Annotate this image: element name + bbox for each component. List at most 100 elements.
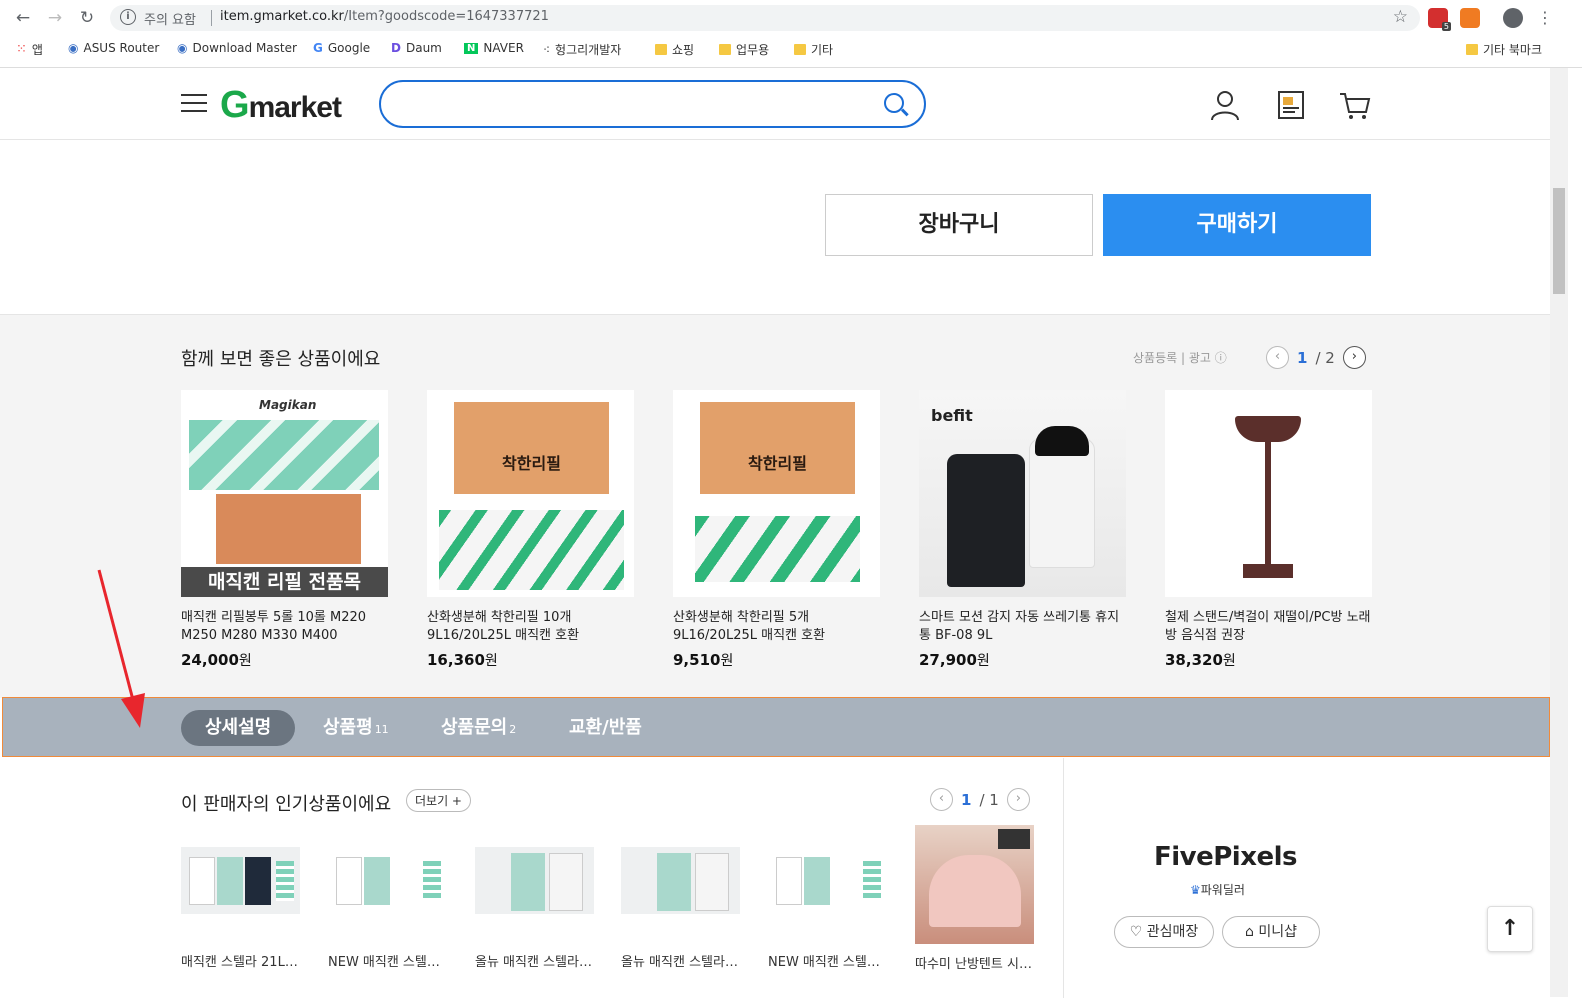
other-bookmarks[interactable]: 기타 북마크 xyxy=(1466,41,1542,58)
bookmark-star-icon[interactable]: ☆ xyxy=(1393,7,1408,27)
url-text[interactable]: item.gmarket.co.kr/Item?goodscode=164733… xyxy=(220,9,549,24)
tab-questions[interactable]: 상품문의 2 xyxy=(441,710,516,746)
scrollbar[interactable] xyxy=(1550,68,1568,997)
seller-product-card[interactable]: 올뉴 매직캔 스텔라 프리베 휴지통 21... xyxy=(621,847,740,988)
bookmark-folder[interactable]: 쇼핑 xyxy=(655,41,694,58)
product-price: 27,900원 xyxy=(919,650,1126,670)
register-link[interactable]: 상품등록 xyxy=(1133,351,1177,365)
product-name[interactable]: 철제 스탠드/벽걸이 재떨이/PC방 노래방 음식점 권장 xyxy=(1165,609,1372,645)
product-name[interactable]: 스마트 모션 감지 자동 쓰레기통 휴지통 BF-08 9L xyxy=(919,609,1126,645)
forward-arrow-icon[interactable]: → xyxy=(44,7,66,29)
back-arrow-icon[interactable]: ← xyxy=(12,7,34,29)
bookmark-item[interactable]: G Google xyxy=(313,41,370,55)
bookmark-item[interactable]: ◉ Download Master xyxy=(177,41,297,55)
info-icon[interactable]: ⓘ xyxy=(1215,351,1227,365)
product-image[interactable] xyxy=(1165,390,1372,597)
price-value: 9,510 xyxy=(673,651,721,669)
seller-product-name[interactable]: 따수미 난방텐트 시그니처 알루미늄폼... xyxy=(915,956,1034,990)
product-name[interactable]: 매직캔 리필봉투 5롤 10롤 M220 M250 M280 M330 M400 xyxy=(181,609,388,645)
tab-reviews[interactable]: 상품평 11 xyxy=(323,710,389,746)
buy-now-button[interactable]: 구매하기 xyxy=(1103,194,1371,256)
next-page-button[interactable]: › xyxy=(1006,788,1030,811)
product-card[interactable]: Magikan 매직캔 리필 전품목 매직캔 리필봉투 5롤 10롤 M220 … xyxy=(181,390,388,670)
bookmark-folder[interactable]: 기타 xyxy=(794,41,833,58)
seller-product-image[interactable] xyxy=(328,847,447,914)
seller-product-name[interactable]: NEW 매직캔 스텔라 냄새차단 휴지통 ... xyxy=(328,954,447,988)
minishop-button[interactable]: ⌂ 미니샵 xyxy=(1222,916,1320,948)
seller-product-card[interactable]: NEW 매직캔 스텔라 냄새차단 휴지통 ... xyxy=(768,847,887,988)
bookmark-folder[interactable]: 업무용 xyxy=(719,41,769,58)
next-page-button[interactable]: › xyxy=(1342,346,1366,369)
product-image[interactable]: 착한리필 xyxy=(427,390,634,597)
seller-product-card[interactable]: 매직캔 스텔라 21L 27L 화이트 민트 ... xyxy=(181,847,300,988)
product-card[interactable]: 착한리필 산화생분해 착한리필 10개 9L16/20L25L 매직캔 호환 1… xyxy=(427,390,634,670)
seller-product-name[interactable]: 올뉴 매직캔 스텔라 프리베 휴지통 21... xyxy=(475,954,594,988)
seller-product-name[interactable]: NEW 매직캔 스텔라 냄새차단 휴지통 ... xyxy=(768,954,887,988)
tab-label: 교환/반품 xyxy=(569,717,642,738)
black-bin-image xyxy=(947,454,1025,587)
user-icon[interactable] xyxy=(1208,88,1242,122)
menu-dots-icon[interactable]: ⋮ xyxy=(1534,7,1556,29)
seller-product-image[interactable] xyxy=(915,825,1034,944)
bookmark-item[interactable]: ⁙ 앱 xyxy=(16,41,43,58)
product-image[interactable]: Magikan 매직캔 리필 전품목 xyxy=(181,390,388,597)
seller-product-image[interactable] xyxy=(475,847,594,914)
seller-product-image[interactable] xyxy=(768,847,887,914)
seller-product-card[interactable]: 올뉴 매직캔 스텔라 프리베 휴지통 21... xyxy=(475,847,594,988)
cart-icon[interactable] xyxy=(1338,88,1372,122)
extension-ex-icon[interactable] xyxy=(1460,8,1480,28)
scroll-to-top-button[interactable]: ↑ xyxy=(1487,906,1533,952)
product-card[interactable]: 착한리필 산화생분해 착한리필 5개 9L16/20L25L 매직캔 호환 9,… xyxy=(673,390,880,670)
bookmark-item[interactable]: N NAVER xyxy=(464,41,524,55)
hamburger-menu-icon[interactable] xyxy=(181,94,207,112)
favorite-shop-button[interactable]: ♡ 관심매장 xyxy=(1114,916,1214,948)
profile-icon[interactable] xyxy=(1503,8,1523,28)
seller-product-name[interactable]: 올뉴 매직캔 스텔라 프리베 휴지통 21... xyxy=(621,954,740,988)
refill-bags-image xyxy=(695,516,860,582)
product-image[interactable]: 착한리필 xyxy=(673,390,880,597)
tab-description[interactable]: 상세설명 xyxy=(181,710,296,746)
address-bar[interactable]: i 주의 요함 item.gmarket.co.kr/Item?goodscod… xyxy=(110,5,1420,31)
price-unit: 원 xyxy=(1222,653,1236,669)
seller-pager: ‹ 1 / 1 › xyxy=(930,788,1030,811)
prev-page-button[interactable]: ‹ xyxy=(930,788,953,811)
tab-exchange-return[interactable]: 교환/반품 xyxy=(569,710,642,746)
product-card[interactable]: 철제 스탠드/벽걸이 재떨이/PC방 노래방 음식점 권장 38,320원 xyxy=(1165,390,1372,670)
gmarket-logo[interactable]: Gmarket xyxy=(220,84,342,127)
reload-icon[interactable]: ↻ xyxy=(76,7,98,29)
heart-icon: ♡ xyxy=(1129,924,1143,940)
logo-g: G xyxy=(220,84,250,126)
seller-product-card[interactable]: NEW 매직캔 스텔라 냄새차단 휴지통 ... xyxy=(328,847,447,988)
shop-name[interactable]: FivePixels xyxy=(1154,842,1298,872)
add-to-cart-button[interactable]: 장바구니 xyxy=(825,194,1093,256)
bookmark-item[interactable]: ⁖ 헝그리개발자 xyxy=(543,41,621,58)
page-current: 1 xyxy=(961,790,972,809)
bookmark-label: ASUS Router xyxy=(83,41,160,55)
product-name[interactable]: 산화생분해 착한리필 10개 9L16/20L25L 매직캔 호환 xyxy=(427,609,634,645)
info-icon[interactable]: i xyxy=(120,9,136,25)
product-image[interactable]: befit xyxy=(919,390,1126,597)
ad-label[interactable]: 광고 xyxy=(1189,351,1211,365)
recent-items-icon[interactable] xyxy=(1274,88,1308,122)
url-domain: item.gmarket.co.kr xyxy=(220,9,344,24)
search-input[interactable] xyxy=(379,80,926,128)
site-header: Gmarket xyxy=(0,68,1550,140)
extension-icon[interactable]: 5 xyxy=(1428,8,1451,31)
scrollbar-thumb[interactable] xyxy=(1553,188,1565,294)
seller-product-card[interactable]: 따수미 난방텐트 시그니처 알루미늄폼... xyxy=(915,825,1034,990)
product-price: 16,360원 xyxy=(427,650,634,670)
price-unit: 원 xyxy=(238,653,252,669)
bookmark-item[interactable]: ◉ ASUS Router xyxy=(68,41,159,55)
product-card[interactable]: befit 스마트 모션 감지 자동 쓰레기통 휴지통 BF-08 9L 27,… xyxy=(919,390,1126,670)
seller-product-image[interactable] xyxy=(181,847,300,914)
more-button[interactable]: 더보기 + xyxy=(406,789,471,812)
seller-product-name[interactable]: 매직캔 스텔라 21L 27L 화이트 민트 ... xyxy=(181,954,300,988)
prev-page-button[interactable]: ‹ xyxy=(1266,346,1289,369)
seller-product-image[interactable] xyxy=(621,847,740,914)
search-icon[interactable] xyxy=(884,93,904,113)
price-unit: 원 xyxy=(976,653,990,669)
trophy-icon: ♛ xyxy=(1190,883,1201,897)
product-name[interactable]: 산화생분해 착한리필 5개 9L16/20L25L 매직캔 호환 xyxy=(673,609,880,645)
bookmark-item[interactable]: D Daum xyxy=(391,41,442,55)
grade-label: 파워딜러 xyxy=(1200,883,1245,897)
